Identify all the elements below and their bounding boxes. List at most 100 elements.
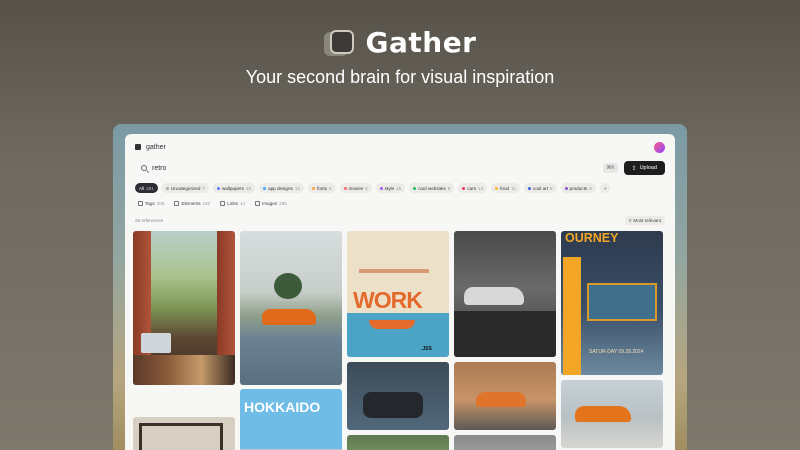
category-chip[interactable]: cars 14 [458,183,488,193]
tag-icon [138,200,143,206]
type-filter[interactable]: Links 14 [217,199,248,208]
category-color-dot [216,186,220,190]
hokkaido-title: HOKKAIDO [244,399,321,415]
image-card-grey[interactable] [454,435,556,450]
type-count: 162 [202,200,211,206]
chip-label: products [569,185,588,191]
category-chip[interactable]: app designs 12 [259,183,304,193]
type-filter[interactable]: Elements 162 [171,199,213,208]
chip-label: fonts [316,185,327,191]
type-count: 206 [156,200,165,206]
image-card-motorcycle[interactable] [347,362,449,430]
image-card-cozy-room[interactable] [133,231,235,385]
sort-label: Most relevant [633,217,661,223]
search-shortcut-badge: ⌘K [603,163,618,173]
chip-count: 8 [549,185,553,191]
sunset-date: SATUR-DAY 09.28.2024 [589,349,644,355]
category-chip[interactable]: cool websites 8 [409,183,455,193]
category-color-dot [527,186,531,190]
brand: Gather [0,26,800,59]
category-chip[interactable]: food 11 [491,183,520,193]
link-icon [220,200,226,206]
image-card-bw-street-car[interactable] [454,231,556,357]
gather-logo-icon [323,28,356,58]
elements-icon [174,200,180,206]
image-card-green[interactable] [347,435,449,450]
app-name: gather [146,143,166,151]
chip-label: cool websites [418,185,446,191]
category-color-dot [263,186,267,190]
tagline: Your second brain for visual inspiration [245,67,555,87]
category-color-dot [379,186,383,190]
type-label: Images [262,200,278,206]
avatar[interactable] [654,141,665,153]
results-meta-row: 28 references ≡ Most relevant [135,215,665,225]
category-color-dot [311,186,315,190]
upload-icon: ⇪ [631,165,637,172]
work-title: WORK [353,287,423,313]
upload-button[interactable]: ⇪ Upload [623,161,665,175]
category-chip[interactable]: Uncategorized 7 [161,183,209,193]
chip-label: wallpapers [221,185,244,191]
chip-label: food [500,185,510,191]
app-icon [135,144,141,150]
category-chip[interactable]: fonts 5 [307,183,336,193]
type-filter[interactable]: Images 286 [252,199,290,208]
sunset-title: OURNEY [565,231,619,245]
category-color-dot [165,186,169,190]
sort-dropdown[interactable]: ≡ Most relevant [624,215,665,225]
category-chip[interactable]: movies 6 [339,183,372,193]
chip-count: 6 [365,185,368,191]
type-count: 286 [279,200,287,206]
chip-label: app designs [268,185,293,191]
chip-count: 14 [478,185,484,191]
chip-label: cars [467,185,477,191]
chip-label: style [384,185,395,191]
type-label: Links [227,200,238,206]
chip-label: cool art [532,185,548,191]
add-category-button[interactable]: + [599,183,611,193]
category-color-dot [495,186,499,190]
image-card-hokkaido[interactable]: HOKKAIDO [240,389,342,450]
category-color-dot [343,186,347,190]
image-card-sunset-journey[interactable]: OURNEY SATUR-DAY 09.28.2024 [561,231,663,375]
sort-icon: ≡ [628,217,632,223]
app-window: gather ⌘K ⇪ Upload All281Uncategorized7w… [125,134,675,450]
chip-label: Uncategorized [170,185,201,191]
chip-label: All [139,185,145,191]
category-chip[interactable]: All 281 [135,183,158,193]
app-screenshot-frame: gather ⌘K ⇪ Upload All281Uncategorized7w… [113,124,687,450]
category-chip[interactable]: wallpapers 48 [212,183,256,193]
image-card-orange-car-lake[interactable] [240,231,342,385]
reference-count: 28 references [135,217,164,223]
chip-count: 7 [202,185,205,191]
category-chip[interactable]: products 9 [560,183,596,193]
chip-count: 281 [146,185,154,191]
chip-count: 11 [511,185,516,191]
image-icon [255,200,261,206]
chip-count: 9 [589,185,592,191]
category-chip[interactable]: style 15 [375,183,406,193]
chip-label: movies [348,185,364,191]
image-card-porsche[interactable] [561,380,663,448]
work-brand-tag: .JSS [421,346,432,352]
image-card-beetle[interactable] [454,362,556,430]
brand-name: Gather [365,26,477,59]
chip-count: 8 [447,185,451,191]
titlebar: gather [135,139,665,155]
type-filter[interactable]: Tags 206 [135,199,167,208]
category-chips: All 281 Uncategorized 7 wallpapers 48 app desi… [135,182,665,194]
search-bar[interactable] [135,160,597,176]
category-color-dot [413,186,417,190]
upload-label: Upload [639,165,657,171]
type-count: 14 [239,200,246,206]
type-filters: Tags 206 Elements 162 Links 14 Images 286 [135,198,290,208]
hero: Gather Your second brain for visual insp… [0,26,800,88]
chip-count: 48 [245,185,252,191]
category-color-dot [564,186,568,190]
category-chip[interactable]: cool art 8 [523,183,557,193]
image-card-work-poster[interactable]: WORK .JSS [347,231,449,357]
search-input[interactable] [152,164,352,172]
type-label: Elements [181,200,201,206]
image-card-poster[interactable] [133,417,235,450]
